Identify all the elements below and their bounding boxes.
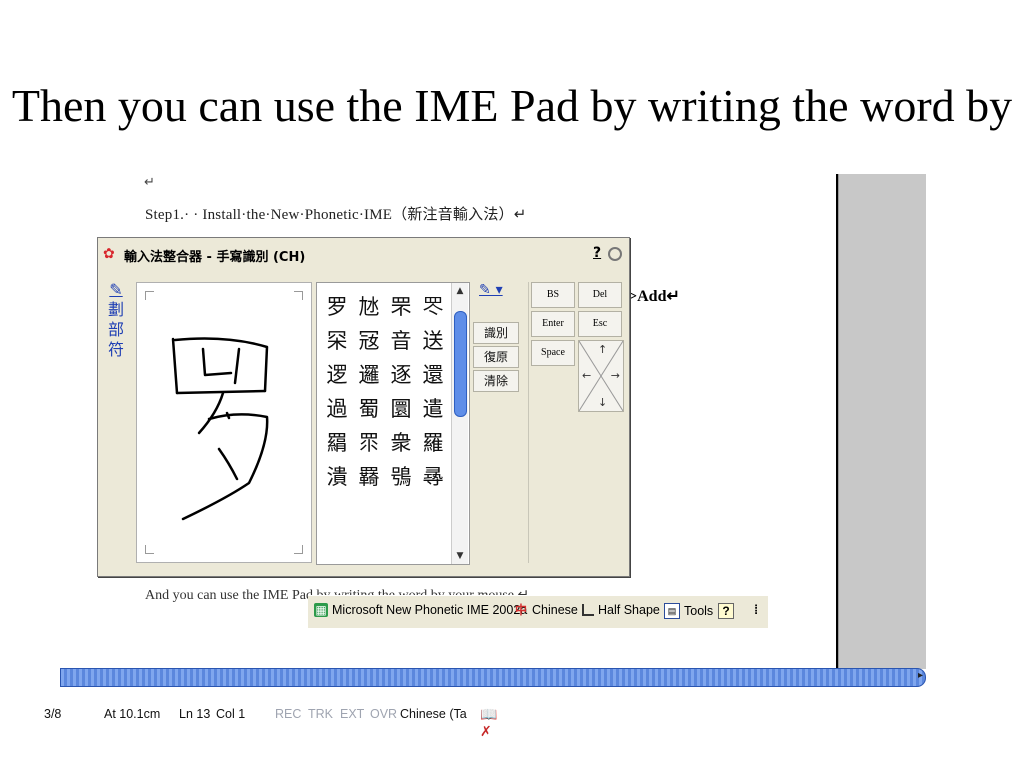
candidate-char[interactable]: 逐 bbox=[385, 357, 417, 391]
candidate-char[interactable]: 還 bbox=[417, 357, 449, 391]
candidate-char[interactable]: 罗 bbox=[321, 289, 353, 323]
candidate-scrollbar[interactable]: ▲ ▼ bbox=[451, 283, 468, 564]
candidate-char[interactable]: 衆 bbox=[385, 425, 417, 459]
ovr-indicator[interactable]: OVR bbox=[370, 707, 397, 721]
clear-button[interactable]: 清除 bbox=[473, 370, 519, 392]
backspace-key[interactable]: BS bbox=[531, 282, 575, 308]
close-icon[interactable] bbox=[608, 247, 622, 261]
candidate-char[interactable]: 蜀 bbox=[353, 391, 385, 425]
candidate-char[interactable]: 罖 bbox=[417, 289, 449, 323]
paragraph-mark: ↵ bbox=[144, 175, 155, 190]
language-label: Chinese bbox=[532, 603, 578, 617]
escape-key[interactable]: Esc bbox=[578, 311, 622, 337]
candidate-char[interactable]: 音 bbox=[385, 323, 417, 357]
cursor-position: At 10.1cm bbox=[104, 707, 161, 721]
scroll-down-icon[interactable]: ▼ bbox=[455, 550, 465, 562]
shape-button[interactable]: Half Shape bbox=[582, 603, 660, 617]
candidate-char[interactable]: 鴞 bbox=[385, 459, 417, 493]
ime-pad-window[interactable]: ✿ 輸入法整合器 - 手寫識別 (CH) ? ✎ 劃 部 符 罗 㝽 罘 罖 罙… bbox=[97, 237, 630, 577]
trk-indicator[interactable]: TRK bbox=[308, 707, 333, 721]
ime-title-bar[interactable]: ✿ 輸入法整合器 - 手寫識別 (CH) ? bbox=[98, 238, 629, 270]
ime-grid-icon: ▦ bbox=[314, 603, 328, 617]
candidate-char[interactable]: 潰 bbox=[321, 459, 353, 493]
column-number: Col 1 bbox=[216, 707, 246, 721]
enter-key[interactable]: Enter bbox=[531, 311, 575, 337]
candidate-char[interactable]: 眔 bbox=[353, 425, 385, 459]
ime-side-toolbar: ✎ 劃 部 符 bbox=[104, 280, 128, 360]
candidate-char[interactable]: 罙 bbox=[321, 323, 353, 357]
candidate-panel: 罗 㝽 罘 罖 罙 㓂 音 送 逻 邏 逐 還 過 蜀 圜 遣 羂 眔 衆 羅 … bbox=[316, 282, 470, 565]
side-tool-strokes[interactable]: 劃 bbox=[104, 300, 128, 320]
ime-title: 輸入法整合器 - 手寫識別 (CH) bbox=[124, 250, 306, 265]
candidate-char[interactable]: 羇 bbox=[353, 459, 385, 493]
tools-button[interactable]: ▤ Tools bbox=[664, 603, 713, 619]
candidate-char[interactable]: 邏 bbox=[353, 357, 385, 391]
language-bar: ▦ Microsoft New Phonetic IME 2002a 中 Chi… bbox=[308, 595, 768, 628]
scroll-thumb[interactable] bbox=[454, 311, 467, 417]
help-button[interactable]: ? bbox=[593, 245, 601, 261]
candidate-char[interactable]: 過 bbox=[321, 391, 353, 425]
candidate-char[interactable]: 㝷 bbox=[417, 459, 449, 493]
scroll-right-icon[interactable]: ▸ bbox=[918, 670, 923, 681]
ime-selector[interactable]: ▦ Microsoft New Phonetic IME 2002a bbox=[314, 603, 527, 617]
half-shape-icon bbox=[582, 604, 594, 616]
ime-name-label: Microsoft New Phonetic IME 2002a bbox=[332, 603, 528, 617]
candidate-char[interactable]: 㓂 bbox=[353, 323, 385, 357]
step-line: Step1.· · Install·the·New·Phonetic·IME（新… bbox=[145, 207, 527, 223]
restore-button[interactable]: 復原 bbox=[473, 346, 519, 368]
ime-app-icon: ✿ bbox=[103, 246, 115, 262]
candidate-char[interactable]: 逻 bbox=[321, 357, 353, 391]
chinese-mode-icon: 中 bbox=[514, 603, 527, 617]
rec-indicator[interactable]: REC bbox=[275, 707, 301, 721]
handwriting-canvas[interactable] bbox=[136, 282, 312, 563]
gray-side-panel bbox=[838, 174, 926, 669]
candidate-char[interactable]: 圜 bbox=[385, 391, 417, 425]
shape-label: Half Shape bbox=[598, 603, 660, 617]
arrow-left-icon[interactable]: ← bbox=[582, 369, 591, 382]
scroll-up-icon[interactable]: ▲ bbox=[455, 285, 465, 297]
space-key[interactable]: Space bbox=[531, 340, 575, 366]
ext-indicator[interactable]: EXT bbox=[340, 707, 364, 721]
ime-action-buttons: ✎ ▾ 識別 復原 清除 bbox=[473, 282, 523, 392]
options-icon[interactable]: ⁞ bbox=[754, 603, 758, 617]
candidate-grid: 罗 㝽 罘 罖 罙 㓂 音 送 逻 邏 逐 還 過 蜀 圜 遣 羂 眔 衆 羅 … bbox=[321, 289, 449, 493]
spelling-check-icon[interactable]: 📖✗ bbox=[480, 706, 500, 739]
candidate-char[interactable]: 送 bbox=[417, 323, 449, 357]
delete-key[interactable]: Del bbox=[578, 282, 622, 308]
lang-help-button[interactable]: ? bbox=[718, 603, 734, 619]
horizontal-scrollbar[interactable] bbox=[60, 668, 926, 687]
arrow-right-icon[interactable]: → bbox=[611, 369, 620, 382]
handwritten-stroke bbox=[171, 337, 269, 521]
candidate-char[interactable]: 遣 bbox=[417, 391, 449, 425]
candidate-char[interactable]: 羅 bbox=[417, 425, 449, 459]
candidate-char[interactable]: 羂 bbox=[321, 425, 353, 459]
arrow-up-icon[interactable]: ↑ bbox=[598, 343, 607, 356]
candidate-char[interactable]: 㝽 bbox=[353, 289, 385, 323]
key-panel: BS Del Enter Esc Space ↑ ↓ ← → bbox=[528, 282, 626, 563]
side-tool-symbols[interactable]: 符 bbox=[104, 340, 128, 360]
status-bar: 3/8 At 10.1cm Ln 13 Col 1 REC TRK EXT OV… bbox=[44, 700, 926, 739]
handwriting-tool-icon[interactable]: ✎ bbox=[104, 280, 128, 300]
recognize-button[interactable]: 識別 bbox=[473, 322, 519, 344]
tools-icon: ▤ bbox=[664, 603, 680, 619]
candidate-char[interactable]: 罘 bbox=[385, 289, 417, 323]
side-tool-radicals[interactable]: 部 bbox=[104, 320, 128, 340]
tools-label: Tools bbox=[684, 604, 714, 618]
pen-tool-dropdown-icon[interactable]: ✎ ▾ bbox=[473, 282, 523, 304]
language-status: Chinese (Ta bbox=[400, 707, 467, 721]
language-mode-button[interactable]: 中 Chinese bbox=[514, 603, 578, 617]
page-count: 3/8 bbox=[44, 707, 62, 721]
arrow-keys-pad[interactable]: ↑ ↓ ← → bbox=[578, 340, 624, 412]
arrow-down-icon[interactable]: ↓ bbox=[598, 396, 607, 409]
add-text: >Add↵ bbox=[628, 288, 680, 305]
line-number: Ln 13 bbox=[179, 707, 211, 721]
help-icon: ? bbox=[718, 603, 734, 619]
